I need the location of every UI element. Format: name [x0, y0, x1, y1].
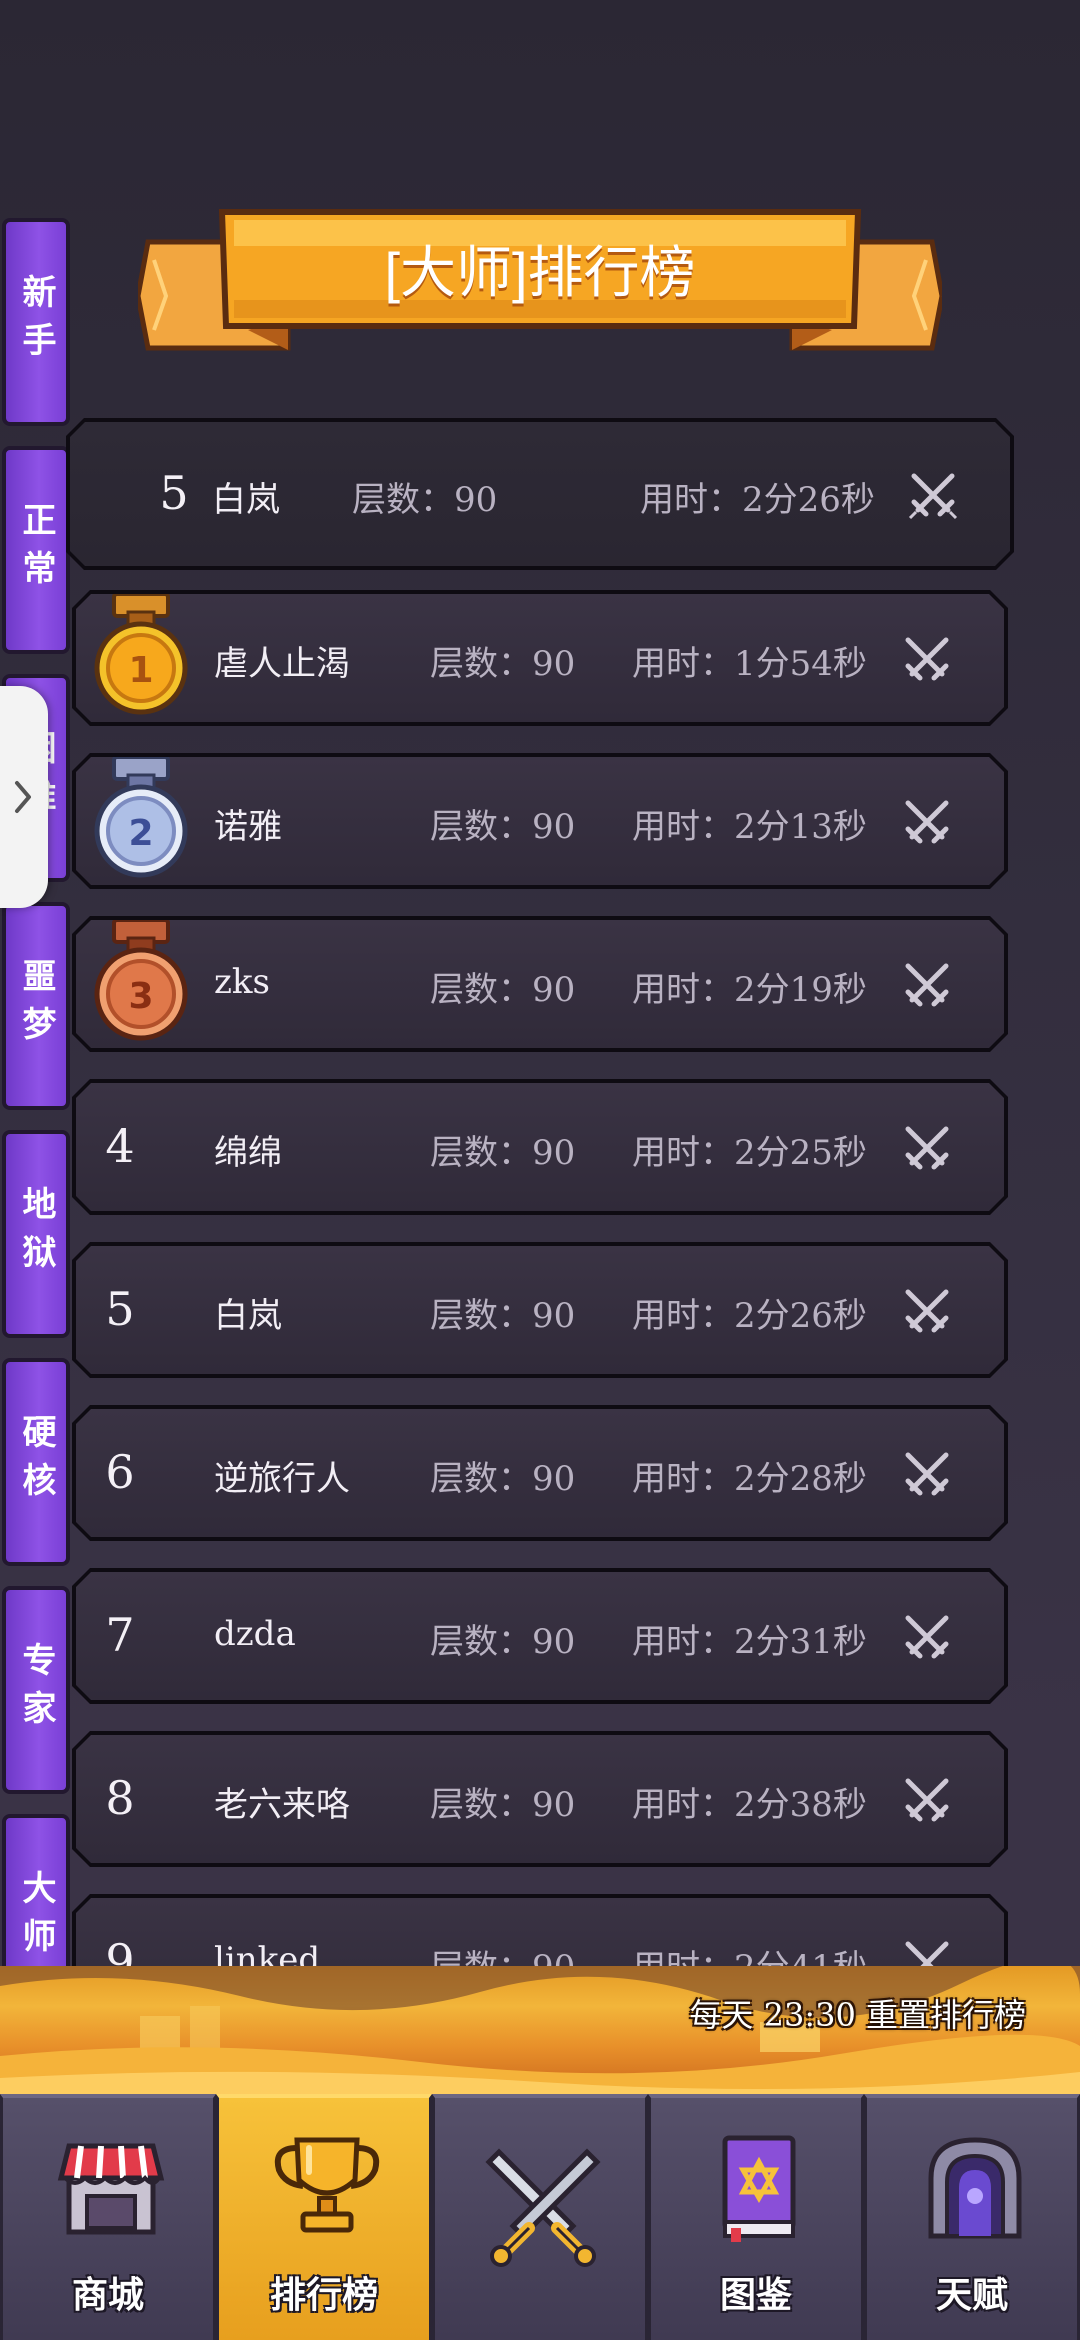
my-player-name: 白岚	[212, 480, 280, 520]
leaderboard-row: 3 zks 层数：90 用时：2分19秒	[72, 916, 1008, 1052]
reset-notice: 每天 23:30 重置排行榜	[689, 1996, 1026, 2034]
my-rank-number: 5	[159, 466, 189, 520]
leaderboard-banner: [大师]排行榜	[138, 200, 942, 360]
battle-replay-icon[interactable]	[898, 1608, 956, 1666]
silver-medal-icon: 2	[92, 757, 190, 881]
floors-label: 层数：90	[430, 1622, 576, 1662]
rank-number: 6	[105, 1445, 135, 1499]
player-name: 逆旅行人	[214, 1459, 350, 1499]
time-label: 用时：2分41秒	[632, 1940, 867, 1966]
gold-medal-icon: 1	[92, 594, 190, 718]
player-name: 诺雅	[214, 807, 282, 847]
time-label: 用时：2分28秒	[632, 1459, 867, 1499]
floors-label: 层数：90	[430, 1459, 576, 1499]
leaderboard-row: 4 绵绵 层数：90 用时：2分25秒	[72, 1079, 1008, 1215]
leaderboard-row: 2 诺雅 层数：90 用时：2分13秒	[72, 753, 1008, 889]
nav-label: 商城	[71, 2274, 144, 2316]
battle-replay-icon[interactable]	[898, 1445, 956, 1503]
rank-number: 8	[105, 1771, 135, 1825]
floors-label: 层数：90	[430, 1940, 575, 1966]
floors-label: 层数：90	[430, 1133, 576, 1173]
book-icon	[722, 2135, 796, 2242]
nav-label: 图鉴	[719, 2274, 792, 2316]
battle-replay-icon[interactable]	[898, 1282, 956, 1340]
nav-label: 天赋	[935, 2274, 1008, 2316]
time-label: 用时：2分19秒	[632, 970, 867, 1010]
my-time: 用时：2分26秒	[640, 480, 875, 520]
rank-number: 7	[105, 1608, 135, 1662]
leaderboard-row: 8 老六来咯 层数：90 用时：2分38秒	[72, 1731, 1008, 1867]
player-name: 绵绵	[214, 1133, 282, 1173]
time-label: 用时：2分25秒	[632, 1133, 867, 1173]
nav-talent[interactable]: 天赋	[864, 2094, 1080, 2340]
floors-label: 层数：90	[430, 1296, 576, 1336]
rank-number: 5	[105, 1282, 135, 1336]
battle-replay-icon[interactable]	[898, 1771, 956, 1829]
leaderboard-row: 7 dzda 层数：90 用时：2分31秒	[72, 1568, 1008, 1704]
floors-label: 层数：90	[430, 1785, 576, 1825]
trophy-icon	[274, 2137, 380, 2233]
player-name: zks	[214, 962, 270, 1002]
bottom-nav: 商城 排行榜 图鉴 天赋	[0, 2094, 1080, 2340]
my-floors: 层数：90	[352, 480, 498, 520]
medal-number: 1	[128, 650, 153, 691]
leaderboard-row: 1 虐人止渴 层数：90 用时：1分54秒	[72, 590, 1008, 726]
crossed-swords-icon	[485, 2148, 601, 2267]
bronze-medal-icon: 3	[92, 920, 190, 1044]
battle-replay-icon[interactable]	[898, 793, 956, 851]
medal-number: 3	[128, 976, 153, 1017]
player-name: 虐人止渴	[214, 644, 350, 684]
nav-leaderboard[interactable]: 排行榜	[216, 2094, 432, 2340]
player-name: linked	[214, 1940, 321, 1966]
portal-icon	[928, 2137, 1022, 2239]
player-name: 白岚	[214, 1296, 282, 1336]
leaderboard-row: 5 白岚 层数：90 用时：2分26秒	[72, 1242, 1008, 1378]
side-panel-handle[interactable]	[0, 686, 48, 908]
nav-battle[interactable]	[432, 2094, 648, 2340]
nav-shop[interactable]: 商城	[0, 2094, 216, 2340]
player-name: dzda	[214, 1614, 296, 1654]
battle-replay-icon[interactable]	[898, 956, 956, 1014]
rank-number: 4	[105, 1119, 135, 1173]
floors-label: 层数：90	[430, 644, 576, 684]
medal-number: 2	[128, 813, 153, 854]
tab-label: 新手	[16, 274, 56, 370]
leaderboard-row: 9 linked 层数：90 用时：2分41秒	[72, 1894, 1008, 1966]
nav-label: 排行榜	[269, 2274, 378, 2316]
page-title: [大师]排行榜	[384, 241, 696, 304]
battle-replay-icon[interactable]	[898, 1934, 956, 1966]
battle-replay-icon[interactable]	[904, 466, 962, 524]
time-label: 用时：2分38秒	[632, 1785, 867, 1825]
chevron-right-icon	[15, 781, 31, 813]
time-label: 用时：2分31秒	[632, 1622, 867, 1662]
shop-icon	[57, 2143, 165, 2235]
player-name: 老六来咯	[214, 1785, 350, 1825]
tab-novice[interactable]: 新手	[2, 218, 70, 426]
time-label: 用时：1分54秒	[632, 644, 867, 684]
my-rank-row: 5 白岚 层数：90 用时：2分26秒	[66, 418, 1014, 570]
rank-number: 9	[105, 1934, 135, 1966]
nav-codex[interactable]: 图鉴	[648, 2094, 864, 2340]
floors-label: 层数：90	[430, 970, 576, 1010]
battle-replay-icon[interactable]	[898, 1119, 956, 1177]
leaderboard-row: 6 逆旅行人 层数：90 用时：2分28秒	[72, 1405, 1008, 1541]
time-label: 用时：2分26秒	[632, 1296, 867, 1336]
battle-replay-icon[interactable]	[898, 630, 956, 688]
time-label: 用时：2分13秒	[632, 807, 867, 847]
leaderboard-list[interactable]: 1 虐人止渴 层数：90 用时：1分54秒 2 诺雅 层数：90 用时：2分13…	[0, 580, 1080, 1966]
floors-label: 层数：90	[430, 807, 576, 847]
